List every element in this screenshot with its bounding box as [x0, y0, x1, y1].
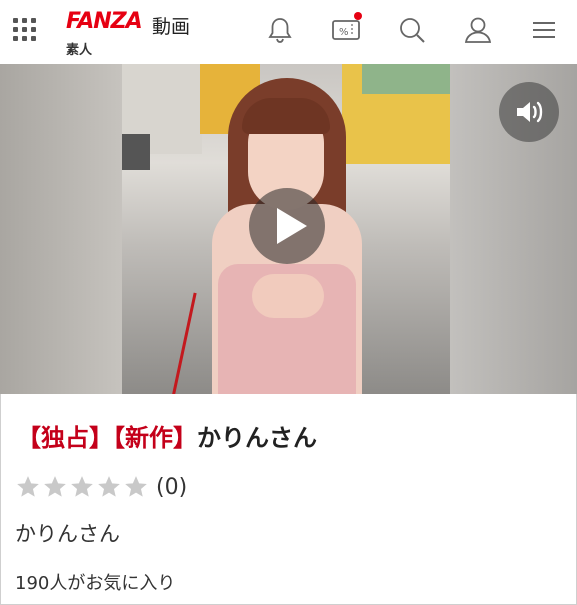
play-button[interactable] — [249, 188, 325, 264]
performer-link[interactable]: かりんさん — [15, 518, 120, 548]
bell-icon[interactable] — [265, 15, 295, 45]
exclusive-tag: 【独占】 — [17, 424, 113, 452]
star-icon — [125, 476, 147, 497]
service-label[interactable]: 動画 — [152, 12, 190, 39]
grid-menu-icon[interactable] — [13, 18, 37, 42]
star-icon — [98, 476, 120, 497]
product-title: 【独占】【新作】かりんさん — [17, 418, 317, 453]
sound-toggle-button[interactable] — [499, 82, 559, 142]
speaker-icon — [517, 101, 543, 123]
star-icon — [71, 476, 93, 497]
star-icon — [44, 476, 66, 497]
user-icon[interactable] — [463, 15, 493, 45]
title-text: かりんさん — [197, 424, 317, 452]
hamburger-menu-icon[interactable] — [529, 15, 559, 45]
header: FANZA 動画 素人 % — [0, 0, 577, 64]
svg-text:%: % — [339, 27, 349, 38]
star-icon — [17, 476, 39, 497]
fanza-logo[interactable]: FANZA — [66, 9, 143, 34]
rating-count: (0) — [156, 474, 188, 500]
video-player[interactable] — [0, 64, 577, 394]
play-icon — [277, 208, 307, 244]
sale-tag-icon[interactable]: % — [331, 12, 362, 45]
new-tag: 【新作】 — [113, 424, 197, 452]
section-label: 素人 — [66, 43, 93, 58]
video-blur-left — [0, 64, 122, 394]
rating[interactable]: (0) — [15, 472, 187, 502]
notification-dot — [354, 12, 362, 20]
search-icon[interactable] — [397, 15, 427, 45]
favorites-count: 190人がお気に入り — [15, 573, 176, 594]
